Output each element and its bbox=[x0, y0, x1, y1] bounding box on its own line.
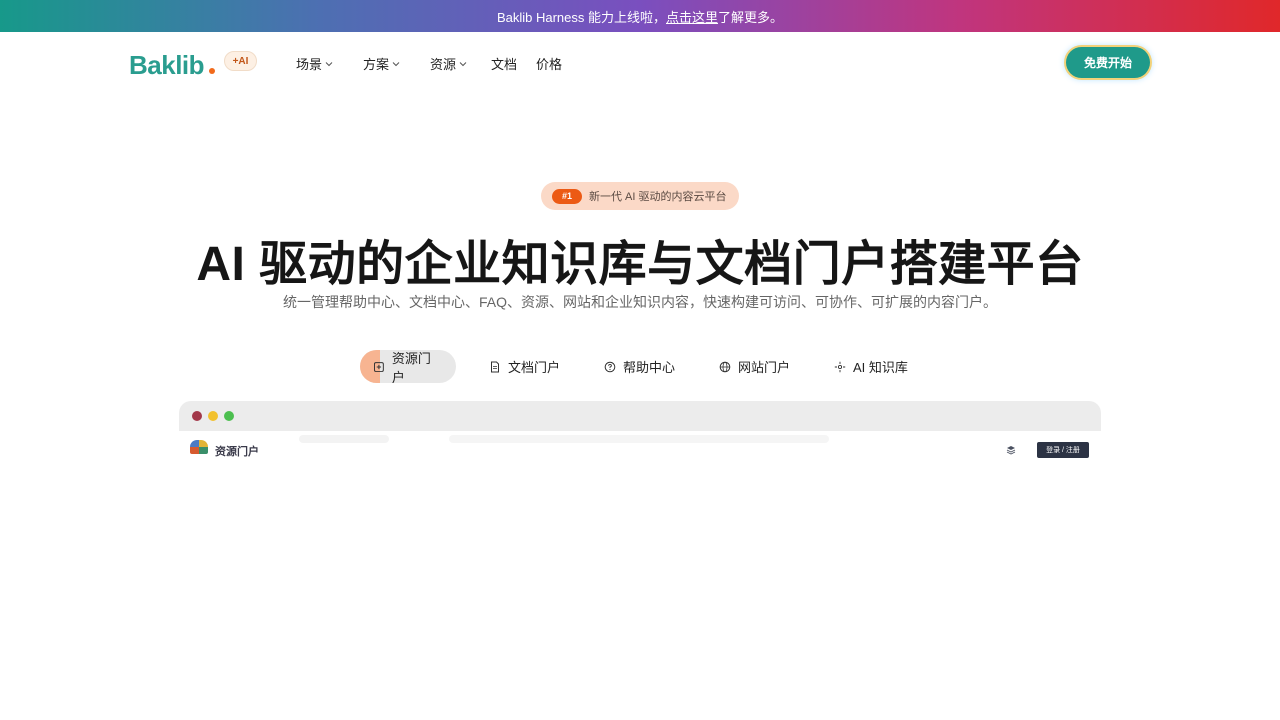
tab-label: 资源门户 bbox=[391, 350, 431, 384]
tab-website-portal[interactable]: 网站门户 bbox=[706, 350, 803, 383]
start-free-button[interactable]: 免费开始 bbox=[1066, 47, 1150, 78]
top-navigation: Baklib +AI 场景 方案 资源 文档 价格 免费开始 bbox=[0, 32, 1280, 94]
nav-item-scenarios[interactable]: 场景 bbox=[296, 54, 333, 73]
tab-label: AI 知识库 bbox=[853, 360, 908, 375]
nav-item-label: 文档 bbox=[491, 57, 518, 72]
nav-item-label: 方案 bbox=[363, 57, 390, 72]
announcement-text: Baklib Harness 能力上线啦， bbox=[496, 9, 666, 25]
window-titlebar bbox=[179, 401, 1101, 431]
tab-label: 文档门户 bbox=[508, 360, 561, 375]
hero-badge: #1 新一代 AI 驱动的内容云平台 bbox=[541, 182, 739, 210]
nav-item-solutions[interactable]: 方案 bbox=[363, 54, 400, 73]
site-logo-icon bbox=[190, 440, 208, 454]
badge-text: 新一代 AI 驱动的内容云平台 bbox=[589, 191, 727, 203]
hero-subtitle: 统一管理帮助中心、文档中心、FAQ、资源、网站和企业知识内容，快速构建可访问、可… bbox=[282, 294, 997, 310]
nav-item-resources[interactable]: 资源 bbox=[430, 54, 467, 73]
chevron-down-icon bbox=[392, 61, 400, 66]
preview-site-name: 资源门户 bbox=[215, 446, 259, 458]
sparkle-icon bbox=[834, 361, 846, 372]
tab-label: 帮助中心 bbox=[623, 360, 676, 375]
tab-label: 网站门户 bbox=[738, 360, 791, 375]
window-minimize-dot bbox=[208, 411, 218, 421]
tab-doc-portal[interactable]: 文档门户 bbox=[476, 350, 573, 383]
tab-ai-knowledge-base[interactable]: AI 知识库 bbox=[821, 350, 921, 383]
nav-item-docs[interactable]: 文档 bbox=[491, 54, 517, 73]
preview-window: 资源门户 登录 / 注册 bbox=[179, 401, 1101, 461]
portal-tabs: 资源门户 文档门户 帮助中心 网站门户 AI 知识库 bbox=[0, 350, 1280, 383]
preview-login-button[interactable]: 登录 / 注册 bbox=[1037, 442, 1089, 458]
announcement-bar: Baklib Harness 能力上线啦， 点击这里 了解更多。 bbox=[0, 0, 1280, 32]
rank-badge: #1 bbox=[552, 188, 582, 204]
nav-item-label: 场景 bbox=[296, 57, 323, 72]
announcement-link[interactable]: 点击这里 bbox=[666, 7, 718, 26]
globe-icon bbox=[719, 361, 731, 372]
preview-content: 资源门户 登录 / 注册 bbox=[179, 431, 1101, 461]
question-circle-icon bbox=[604, 361, 616, 372]
chevron-down-icon bbox=[459, 61, 467, 66]
tab-help-center[interactable]: 帮助中心 bbox=[591, 350, 688, 383]
tab-resource-portal[interactable]: 资源门户 bbox=[360, 350, 456, 383]
preview-blur-element bbox=[449, 435, 829, 443]
logo-dot bbox=[209, 68, 215, 74]
hero-title: AI 驱动的企业知识库与文档门户搭建平台 bbox=[196, 238, 1084, 291]
nav-item-pricing[interactable]: 价格 bbox=[536, 54, 562, 73]
logo[interactable]: Baklib bbox=[129, 50, 205, 81]
ai-badge: +AI bbox=[224, 51, 257, 71]
announcement-text-end: 了解更多。 bbox=[718, 9, 784, 25]
chevron-down-icon bbox=[325, 61, 333, 66]
preview-blur-element bbox=[299, 435, 389, 443]
document-icon bbox=[491, 361, 499, 372]
nav-item-label: 资源 bbox=[430, 57, 457, 72]
plus-square-icon bbox=[373, 361, 384, 372]
layers-icon[interactable] bbox=[1006, 445, 1016, 455]
nav-item-label: 价格 bbox=[536, 57, 563, 72]
window-maximize-dot bbox=[224, 411, 234, 421]
window-close-dot bbox=[192, 411, 202, 421]
